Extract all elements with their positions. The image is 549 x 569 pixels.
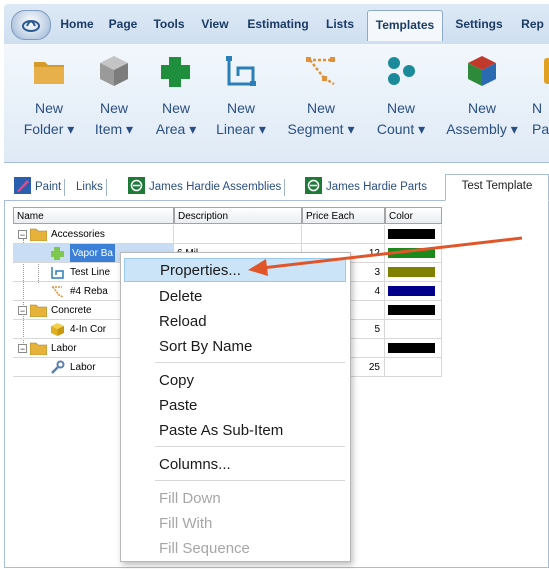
annotation-arrow [248, 236, 523, 276]
